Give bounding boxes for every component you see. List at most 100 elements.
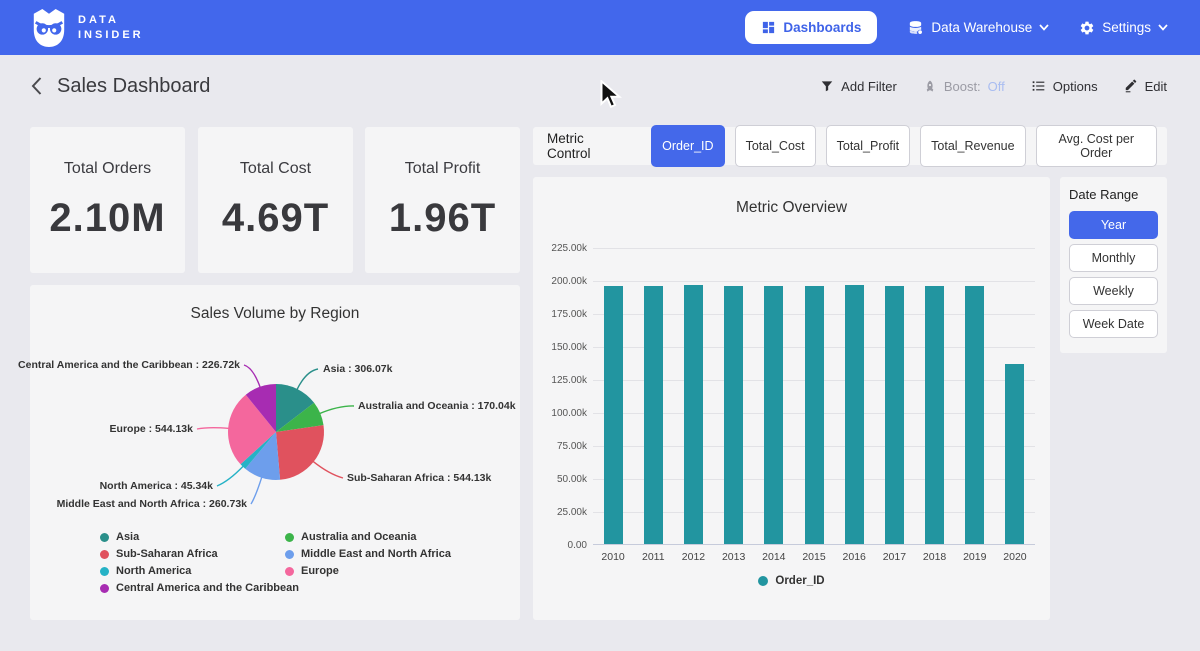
pie-legend-item-asia[interactable]: Asia [100, 531, 299, 543]
filter-icon [820, 79, 834, 93]
date-range-option-monthly[interactable]: Monthly [1069, 244, 1158, 272]
y-tick-label: 200.00k [551, 276, 587, 287]
bar-rect [805, 286, 824, 544]
date-range-buttons: Year Monthly Weekly Week Date [1069, 211, 1158, 338]
bar-rect [644, 286, 663, 544]
x-tick-label: 2020 [995, 551, 1035, 563]
options-button[interactable]: Options [1031, 79, 1098, 94]
legend-label: Europe [301, 565, 339, 577]
legend-label: North America [116, 565, 191, 577]
list-icon [1031, 79, 1046, 93]
brand-logo[interactable]: DATA INSIDER [30, 7, 144, 49]
add-filter-button[interactable]: Add Filter [820, 79, 897, 94]
date-range-label: Date Range [1069, 187, 1158, 202]
x-tick-label: 2013 [714, 551, 754, 563]
bar-2013[interactable] [714, 248, 754, 544]
metric-option-avg-cost-per-order[interactable]: Avg. Cost per Order [1036, 125, 1157, 167]
metric-option-total-cost[interactable]: Total_Cost [735, 125, 816, 167]
legend-dot [285, 567, 294, 576]
dashboard-header: Sales Dashboard Add Filter Boost: Off [0, 55, 1200, 117]
bar-2015[interactable] [794, 248, 834, 544]
date-range-option-weekly[interactable]: Weekly [1069, 277, 1158, 305]
dashboards-button[interactable]: Dashboards [745, 11, 877, 44]
y-tick-label: 0.00 [568, 540, 587, 551]
pie-legend-column-1: Asia Sub-Saharan Africa North America Centr… [100, 531, 299, 594]
legend-label: Sub-Saharan Africa [116, 548, 218, 560]
pie-legend-item-australia-and-oceania[interactable]: Australia and Oceania [285, 531, 451, 543]
page-title: Sales Dashboard [57, 75, 210, 98]
pie-slice-label: Central America and the Caribbean : 226.… [18, 359, 240, 371]
pie-legend-item-sub-saharan-africa[interactable]: Sub-Saharan Africa [100, 548, 299, 560]
pie-legend-item-europe[interactable]: Europe [285, 565, 451, 577]
boost-toggle[interactable]: Boost: Off [923, 79, 1005, 94]
pie-slice-sub-saharan-africa[interactable] [276, 425, 324, 480]
bar-2016[interactable] [834, 248, 874, 544]
bar-2017[interactable] [874, 248, 914, 544]
pie-legend-item-north-america[interactable]: North America [100, 565, 299, 577]
bar-2012[interactable] [673, 248, 713, 544]
bar-chart-legend[interactable]: Order_ID [533, 575, 1050, 587]
owl-logo-icon [30, 7, 68, 49]
date-range-option-year[interactable]: Year [1069, 211, 1158, 239]
pie-leader-line [251, 477, 262, 504]
bar-chart-title: Metric Overview [533, 199, 1050, 217]
pie-leader-line [313, 461, 343, 478]
x-tick-label: 2017 [874, 551, 914, 563]
bar-chart-x-axis: 2010201120122013201420152016201720182019… [593, 551, 1035, 563]
settings-menu[interactable]: Settings [1079, 20, 1168, 36]
kpi-label: Total Profit [405, 160, 481, 178]
back-button[interactable] [30, 76, 43, 96]
y-tick-label: 50.00k [557, 474, 587, 485]
chevron-down-icon [1158, 24, 1168, 31]
kpi-label: Total Cost [240, 160, 311, 178]
bar-rect [684, 285, 703, 544]
metric-overview-card: Metric Overview 0.0025.00k50.00k75.00k10… [533, 177, 1050, 620]
legend-label: Australia and Oceania [301, 531, 417, 543]
bar-2019[interactable] [955, 248, 995, 544]
metric-option-total-profit[interactable]: Total_Profit [826, 125, 911, 167]
x-tick-label: 2019 [955, 551, 995, 563]
metric-option-total-revenue[interactable]: Total_Revenue [920, 125, 1025, 167]
x-tick-label: 2014 [754, 551, 794, 563]
sales-volume-card: Sales Volume by Region Asia : 306.07kAus… [30, 285, 520, 620]
legend-label: Order_ID [775, 575, 824, 587]
rocket-icon [923, 79, 937, 94]
legend-dot [285, 550, 294, 559]
date-range-option-week-date[interactable]: Week Date [1069, 310, 1158, 338]
bar-2020[interactable] [995, 248, 1035, 544]
y-tick-label: 25.00k [557, 507, 587, 518]
pie-legend-column-2: Australia and Oceania Middle East and Nor… [285, 531, 451, 577]
edit-label: Edit [1145, 79, 1167, 94]
bar-rect [604, 286, 623, 544]
pie-legend-item-middle-east-and-north-africa[interactable]: Middle East and North Africa [285, 548, 451, 560]
y-tick-label: 225.00k [551, 243, 587, 254]
bar-2010[interactable] [593, 248, 633, 544]
legend-label: Middle East and North Africa [301, 548, 451, 560]
metric-buttons: Order_ID Total_CostTotal_ProfitTotal_Reve… [651, 125, 1157, 167]
kpi-card-total-profit: Total Profit1.96T [365, 127, 520, 273]
bar-rect [1005, 364, 1024, 544]
chevron-down-icon [1039, 24, 1049, 31]
dashboards-label: Dashboards [783, 20, 861, 35]
bar-rect [724, 286, 743, 544]
legend-label: Asia [116, 531, 139, 543]
y-tick-label: 175.00k [551, 309, 587, 320]
bar-2018[interactable] [915, 248, 955, 544]
date-range-panel: Date Range Year Monthly Weekly Week Date [1060, 177, 1167, 353]
bar-2011[interactable] [633, 248, 673, 544]
dashboard-grid-icon [761, 20, 776, 35]
kpi-card-total-orders: Total Orders2.10M [30, 127, 185, 273]
pie-leader-line [197, 428, 229, 429]
y-tick-label: 100.00k [551, 408, 587, 419]
y-tick-label: 150.00k [551, 342, 587, 353]
x-tick-label: 2016 [834, 551, 874, 563]
x-tick-label: 2015 [794, 551, 834, 563]
bar-2014[interactable] [754, 248, 794, 544]
data-warehouse-label: Data Warehouse [931, 20, 1032, 35]
bar-rect [885, 286, 904, 544]
metric-option-order-id[interactable]: Order_ID [651, 125, 724, 167]
pie-legend-item-central-america-and-the-caribbean[interactable]: Central America and the Caribbean [100, 582, 299, 594]
pie-slice-label: Middle East and North Africa : 260.73k [57, 498, 247, 510]
edit-button[interactable]: Edit [1124, 79, 1167, 94]
data-warehouse-menu[interactable]: Data Warehouse [907, 19, 1049, 36]
